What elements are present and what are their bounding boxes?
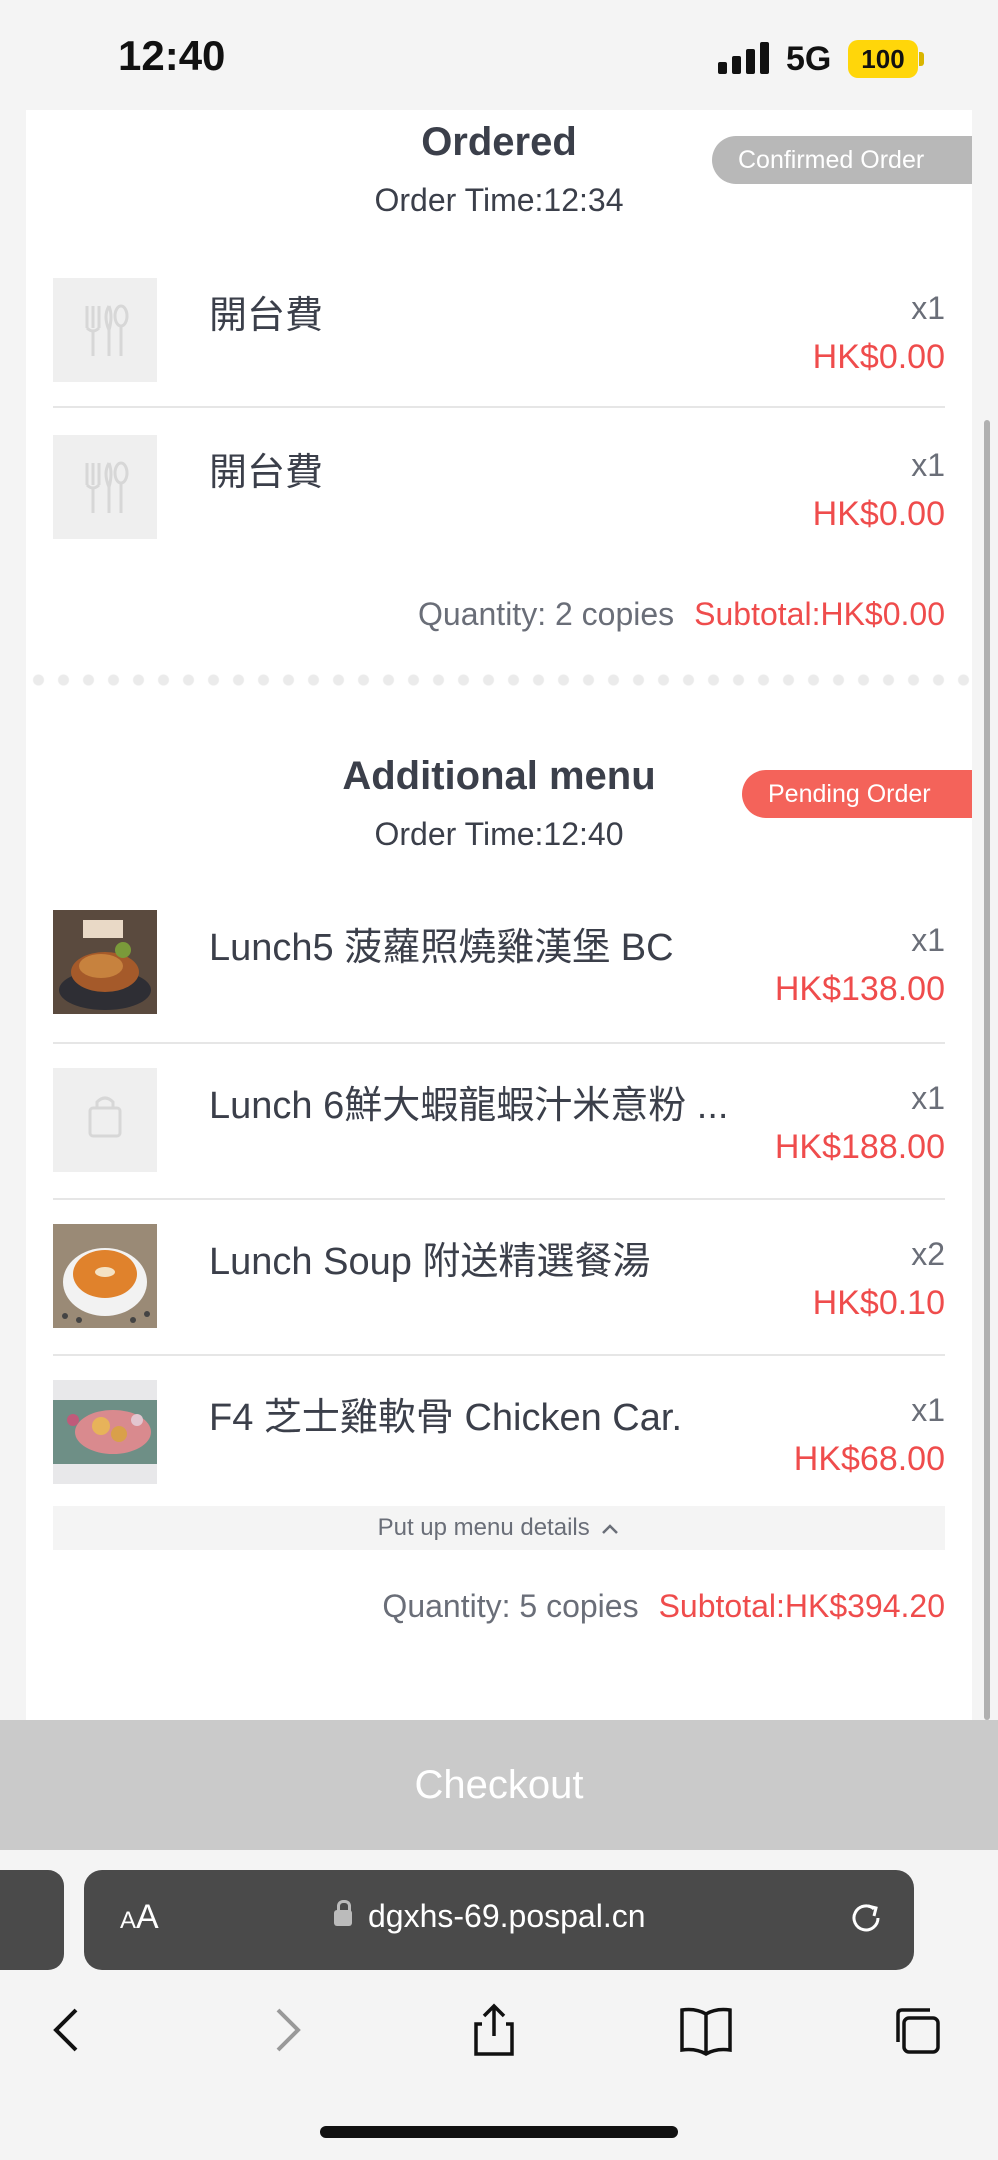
utensils-icon bbox=[53, 435, 157, 539]
address-bar[interactable]: AA dgxhs-69.pospal.cn bbox=[84, 1870, 914, 1970]
additional-order-time: Order Time:12:40 bbox=[374, 816, 624, 852]
item-quantity: x1 bbox=[911, 290, 945, 326]
aa-large: A bbox=[136, 1898, 159, 1936]
battery-icon: 100 bbox=[848, 40, 918, 78]
reload-icon[interactable] bbox=[844, 1896, 888, 1940]
item-name: Lunch5 菠蘿照燒雞漢堡 BC bbox=[209, 927, 674, 969]
share-icon[interactable] bbox=[464, 2000, 524, 2060]
additional-subtotal: Subtotal:HK$394.20 bbox=[658, 1588, 945, 1624]
divider bbox=[53, 1198, 945, 1200]
item-name: 開台費 bbox=[209, 295, 324, 337]
divider bbox=[53, 1042, 945, 1044]
item-price: HK$188.00 bbox=[774, 1128, 945, 1166]
dotted-separator bbox=[26, 674, 972, 686]
lock-icon bbox=[334, 1900, 352, 1926]
list-item[interactable]: Lunch 6鮮大蝦龍蝦汁米意粉 ... x1 HK$188.00 bbox=[53, 1068, 945, 1224]
divider bbox=[53, 1354, 945, 1356]
divider bbox=[53, 406, 945, 408]
checkout-button[interactable]: Checkout bbox=[0, 1720, 998, 1850]
status-bar: 12:40 5G 100 bbox=[0, 0, 998, 110]
item-quantity: x1 bbox=[911, 922, 945, 958]
item-name: F4 芝士雞軟骨 Chicken Car. bbox=[209, 1397, 682, 1439]
item-quantity: x1 bbox=[911, 1392, 945, 1428]
list-item[interactable]: Lunch Soup 附送精選餐湯 x2 HK$0.10 bbox=[53, 1224, 945, 1380]
ordered-order-time: Order Time:12:34 bbox=[374, 182, 624, 218]
item-name: Lunch 6鮮大蝦龍蝦汁米意粉 ... bbox=[209, 1085, 729, 1127]
status-time: 12:40 bbox=[118, 32, 226, 79]
scrollbar[interactable] bbox=[984, 420, 990, 1720]
confirmed-order-badge: Confirmed Order bbox=[712, 136, 972, 184]
bookmarks-icon[interactable] bbox=[676, 2000, 736, 2060]
collapse-details-button[interactable]: Put up menu details bbox=[53, 1506, 945, 1550]
item-price: HK$0.00 bbox=[812, 495, 945, 533]
url-text: dgxhs-69.pospal.cn bbox=[368, 1898, 646, 1934]
additional-quantity: Quantity: 5 copies bbox=[382, 1588, 639, 1624]
shopping-bag-icon bbox=[53, 1068, 157, 1172]
chevron-up-icon bbox=[602, 1523, 619, 1534]
home-indicator bbox=[320, 2126, 678, 2138]
utensils-icon bbox=[53, 278, 157, 382]
item-quantity: x1 bbox=[911, 447, 945, 483]
burger-photo-image bbox=[53, 910, 157, 1014]
signal-icon bbox=[718, 40, 770, 74]
chicken-photo-image bbox=[53, 1380, 157, 1484]
battery-tip bbox=[919, 52, 924, 66]
forward-icon[interactable] bbox=[254, 2000, 314, 2060]
item-quantity: x1 bbox=[911, 1080, 945, 1116]
previous-tab-preview[interactable] bbox=[0, 1870, 64, 1970]
item-quantity: x2 bbox=[911, 1236, 945, 1272]
additional-summary: Quantity: 5 copies Subtotal:HK$394.20 bbox=[382, 1588, 945, 1625]
item-price: HK$0.00 bbox=[812, 338, 945, 376]
tabs-icon[interactable] bbox=[888, 2000, 948, 2060]
back-icon[interactable] bbox=[40, 2000, 100, 2060]
aa-small: A bbox=[120, 1907, 137, 1934]
ordered-subtotal: Subtotal:HK$0.00 bbox=[694, 596, 945, 632]
list-item[interactable]: 開台費 x1 HK$0.00 bbox=[53, 435, 945, 591]
item-price: HK$0.10 bbox=[812, 1284, 945, 1322]
network-type: 5G bbox=[786, 40, 832, 78]
item-name: 開台費 bbox=[209, 452, 324, 494]
soup-photo-image bbox=[53, 1224, 157, 1328]
browser-nav-bar bbox=[0, 1980, 998, 2080]
ordered-summary: Quantity: 2 copies Subtotal:HK$0.00 bbox=[418, 596, 945, 633]
item-price: HK$68.00 bbox=[793, 1440, 945, 1478]
order-card: Ordered Confirmed Order Order Time:12:34… bbox=[26, 110, 972, 1720]
reader-settings-button[interactable]: AA bbox=[120, 1898, 159, 1937]
pending-order-badge: Pending Order bbox=[742, 770, 972, 818]
item-price: HK$138.00 bbox=[774, 970, 945, 1008]
list-item[interactable]: 開台費 x1 HK$0.00 bbox=[53, 278, 945, 434]
item-name: Lunch Soup 附送精選餐湯 bbox=[209, 1241, 651, 1283]
ordered-quantity: Quantity: 2 copies bbox=[418, 596, 675, 632]
details-toggle-label: Put up menu details bbox=[377, 1514, 590, 1541]
